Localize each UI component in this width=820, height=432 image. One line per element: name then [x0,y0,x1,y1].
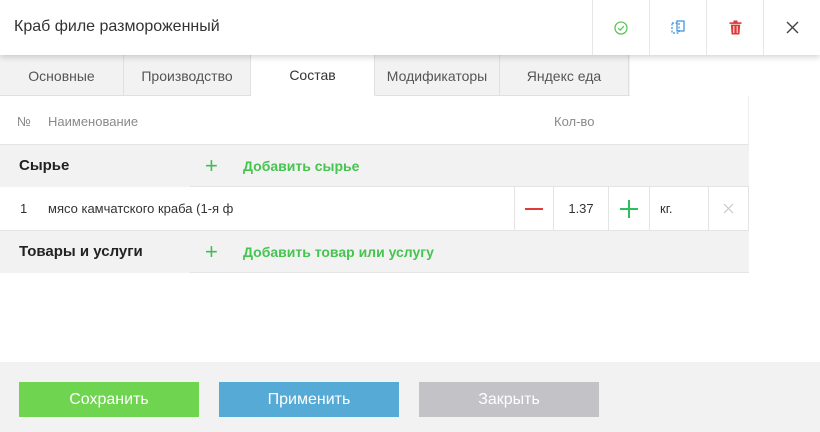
remove-row-button[interactable] [709,187,748,230]
check-circle-icon [614,20,628,35]
apply-button[interactable]: Применить [219,382,399,417]
tab-main[interactable]: Основные [0,55,124,96]
column-name: Наименование [48,114,139,129]
row-number: 1 [20,201,28,216]
close-icon [723,203,734,214]
section-title: Сырье [19,157,70,174]
tab-composition[interactable]: Состав [251,55,375,96]
ingredient-name: мясо камчатского краба (1-я ф [48,201,234,216]
minus-icon [525,207,543,210]
copy-icon [671,20,685,34]
add-goods-label: Добавить товар или услугу [243,244,434,260]
section-raw-materials: Сырье + Добавить сырье [0,145,749,187]
tab-yandex-eda[interactable]: Яндекс еда [500,55,629,96]
add-goods-button[interactable]: + Добавить товар или услугу [205,231,434,273]
confirm-button[interactable] [592,0,649,55]
add-raw-material-label: Добавить сырье [243,158,360,174]
tab-production[interactable]: Производство [124,55,251,96]
table-row: 1 мясо камчатского краба (1-я ф кг. [0,187,749,231]
close-button[interactable]: Закрыть [419,382,599,417]
decrease-quantity-button[interactable] [515,187,553,230]
plus-icon: + [205,153,218,178]
close-dialog-button[interactable] [763,0,820,55]
column-quantity: Кол-во [554,114,595,129]
close-icon [786,21,798,34]
section-title: Товары и услуги [19,243,143,260]
copy-button[interactable] [649,0,706,55]
add-raw-material-button[interactable]: + Добавить сырье [205,145,359,187]
plus-icon: + [205,239,218,264]
unit-label: кг. [660,201,673,216]
increase-quantity-button[interactable] [609,187,649,230]
trash-icon [729,20,741,35]
tab-modifiers[interactable]: Модификаторы [375,55,500,96]
dialog-footer: Сохранить Применить Закрыть [0,362,820,432]
composition-table: № Наименование Кол-во Сырье + Добавить с… [0,96,749,273]
product-edit-dialog: Краб филе размороженный Основные Произво… [0,0,820,432]
dialog-title: Краб филе размороженный [14,18,220,35]
column-number: № [17,114,31,129]
dialog-header: Краб филе размороженный [0,0,820,55]
tab-bar: Основные Производство Состав Модификатор… [0,55,630,96]
delete-button[interactable] [706,0,763,55]
plus-icon [620,199,638,218]
table-header: № Наименование Кол-во [0,96,749,145]
section-goods-services: Товары и услуги + Добавить товар или усл… [0,231,749,273]
save-button[interactable]: Сохранить [19,382,199,417]
quantity-input[interactable] [554,187,608,230]
